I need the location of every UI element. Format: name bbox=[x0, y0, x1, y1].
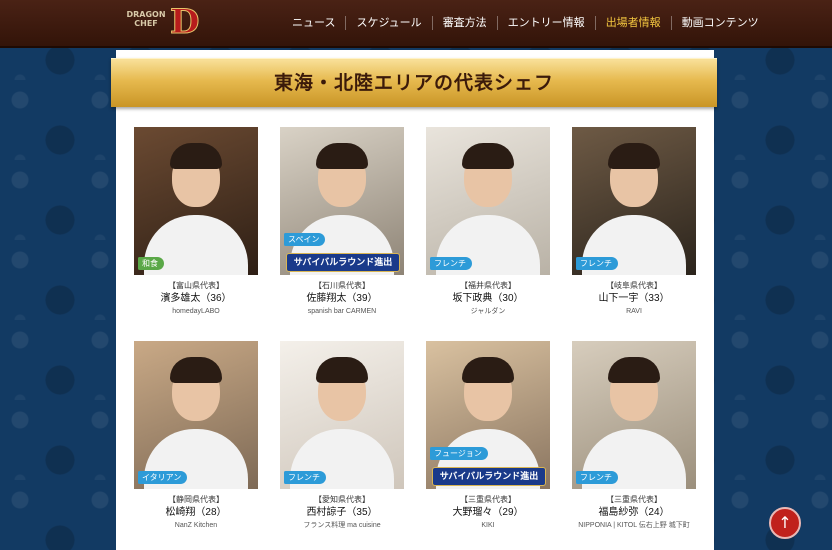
chef-name: 福島紗弥（24） bbox=[598, 507, 670, 518]
survival-round-badge: サバイバルラウンド進出 bbox=[432, 467, 546, 486]
chef-restaurant: spanish bar CARMEN bbox=[307, 308, 377, 315]
chef-card[interactable]: フレンチ【福井県代表】 坂下政典（30） ジャルダン bbox=[426, 127, 550, 318]
chef-card[interactable]: スペインサバイバルラウンド進出【石川県代表】 佐藤翔太（39） spanish ba… bbox=[280, 127, 404, 318]
chef-restaurant: NIPPONIA | KITOL 伝右上野 城下町 bbox=[578, 522, 690, 529]
main-nav: ニュース スケジュール 審査方法 エントリー情報 出場者情報 動画コンテンツ bbox=[282, 0, 769, 46]
chef-card[interactable]: フレンチ【三重県代表】 福島紗弥（24） NIPPONIA | KITOL 伝右上野… bbox=[572, 341, 696, 532]
chef-name: 松崎翔（28） bbox=[165, 507, 227, 518]
chef-prefecture: 【岐阜県代表】 bbox=[606, 281, 662, 290]
chef-prefecture: 【三重県代表】 bbox=[460, 495, 516, 504]
genre-tag: フレンチ bbox=[284, 471, 326, 484]
chef-restaurant: フランス料理 ma cuisine bbox=[303, 522, 381, 529]
chef-card[interactable]: 和食【富山県代表】 濱多雄太（36） homedayLABO bbox=[134, 127, 258, 318]
chef-restaurant: NanZ Kitchen bbox=[174, 522, 218, 529]
chef-photo[interactable]: フレンチ bbox=[426, 127, 550, 275]
chef-prefecture: 【静岡県代表】 bbox=[168, 495, 224, 504]
chef-photo[interactable]: スペインサバイバルラウンド進出 bbox=[280, 127, 404, 275]
chef-prefecture: 【福井県代表】 bbox=[460, 281, 516, 290]
chef-photo[interactable]: フレンチ bbox=[572, 341, 696, 489]
genre-tag: イタリアン bbox=[138, 471, 188, 484]
genre-tag: フュージョン bbox=[430, 447, 488, 460]
chef-name: 大野瑠々（29） bbox=[452, 507, 524, 518]
genre-tag: 和食 bbox=[138, 257, 164, 270]
chef-photo[interactable]: フレンチ bbox=[280, 341, 404, 489]
scroll-to-top-button[interactable]: ↑ bbox=[769, 507, 801, 539]
chef-photo[interactable]: フレンチ bbox=[572, 127, 696, 275]
chef-card[interactable]: フレンチ【岐阜県代表】 山下一宇（33） RAVI bbox=[572, 127, 696, 318]
nav-news[interactable]: ニュース bbox=[282, 16, 347, 30]
nav-judging[interactable]: 審査方法 bbox=[433, 16, 498, 30]
arrow-up-icon: ↑ bbox=[778, 513, 792, 532]
chef-restaurant: KIKI bbox=[481, 522, 495, 529]
chef-hair bbox=[608, 143, 660, 169]
chef-prefecture: 【愛知県代表】 bbox=[314, 495, 370, 504]
chef-hair bbox=[608, 357, 660, 383]
survival-round-badge: サバイバルラウンド進出 bbox=[286, 253, 400, 272]
genre-tag: フレンチ bbox=[576, 471, 618, 484]
chef-name: 佐藤翔太（39） bbox=[306, 293, 378, 304]
genre-tag: フレンチ bbox=[576, 257, 618, 270]
chef-hair bbox=[170, 357, 222, 383]
chef-hair bbox=[170, 143, 222, 169]
section-title: 東海・北陸エリアの代表シェフ bbox=[273, 72, 554, 94]
nav-videos[interactable]: 動画コンテンツ bbox=[672, 16, 769, 30]
chef-prefecture: 【三重県代表】 bbox=[606, 495, 662, 504]
chef-restaurant: ジャルダン bbox=[470, 308, 506, 315]
chef-restaurant: RAVI bbox=[626, 308, 642, 315]
chef-name: 西村諒子（35） bbox=[306, 507, 378, 518]
chef-name: 濱多雄太（36） bbox=[160, 293, 232, 304]
chef-prefecture: 【富山県代表】 bbox=[168, 281, 224, 290]
nav-contestants[interactable]: 出場者情報 bbox=[596, 16, 672, 30]
dragon-chef-logo[interactable]: DRAGON CHEF D bbox=[120, 2, 206, 42]
chef-card[interactable]: フュージョンサバイバルラウンド進出【三重県代表】 大野瑠々（29） KIKI bbox=[426, 341, 550, 532]
chef-photo[interactable]: フュージョンサバイバルラウンド進出 bbox=[426, 341, 550, 489]
chef-hair bbox=[316, 143, 368, 169]
chef-photo[interactable]: 和食 bbox=[134, 127, 258, 275]
section-banner: 東海・北陸エリアの代表シェフ bbox=[111, 58, 717, 107]
site-header: DRAGON CHEF D ニュース スケジュール 審査方法 エントリー情報 出… bbox=[0, 0, 832, 48]
chef-hair bbox=[462, 357, 514, 383]
chef-name: 坂下政典（30） bbox=[452, 293, 524, 304]
chef-hair bbox=[462, 143, 514, 169]
genre-tag: フレンチ bbox=[430, 257, 472, 270]
chef-card[interactable]: イタリアン【静岡県代表】 松崎翔（28） NanZ Kitchen bbox=[134, 341, 258, 532]
chef-prefecture: 【石川県代表】 bbox=[314, 281, 370, 290]
genre-tag: スペイン bbox=[284, 233, 326, 246]
chef-card[interactable]: フレンチ【愛知県代表】 西村諒子（35） フランス料理 ma cuisine bbox=[280, 341, 404, 532]
logo-letter: D bbox=[169, 2, 200, 42]
chef-hair bbox=[316, 357, 368, 383]
chef-photo[interactable]: イタリアン bbox=[134, 341, 258, 489]
chef-name: 山下一宇（33） bbox=[598, 293, 670, 304]
logo-text: DRAGON CHEF bbox=[126, 10, 166, 28]
nav-entry[interactable]: エントリー情報 bbox=[498, 16, 596, 30]
nav-schedule[interactable]: スケジュール bbox=[346, 16, 433, 30]
chef-restaurant: homedayLABO bbox=[172, 308, 220, 315]
